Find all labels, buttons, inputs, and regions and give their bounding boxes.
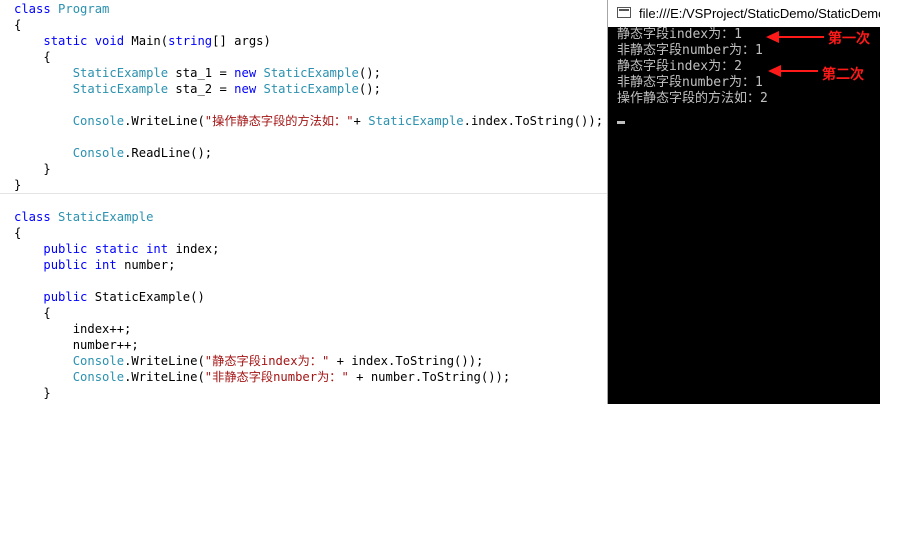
code-line: index++;: [14, 321, 132, 337]
code-token: + index.ToString());: [329, 354, 484, 368]
code-line: static void Main(string[] args): [14, 33, 271, 49]
code-token: + number.ToString());: [348, 370, 511, 384]
console-line: 操作静态字段的方法如：2: [617, 91, 768, 106]
code-token: }: [14, 386, 51, 400]
code-token: new: [234, 82, 264, 96]
code-token: static void: [43, 34, 132, 48]
code-line: {: [14, 225, 21, 241]
code-line: {: [14, 305, 51, 321]
editor-separator: [0, 193, 607, 209]
code-token: Console: [72, 354, 125, 368]
code-token: StaticExample: [72, 66, 169, 80]
console-line: 非静态字段number为：1: [617, 75, 763, 90]
code-token: StaticExample: [72, 82, 169, 96]
code-token: ();: [358, 66, 381, 80]
code-token: .WriteLine(: [124, 370, 205, 384]
code-line: public static int index;: [14, 241, 219, 257]
code-line: class StaticExample: [14, 209, 153, 225]
code-token: index;: [175, 242, 220, 256]
code-token: Console: [72, 370, 125, 384]
code-token: number++;: [14, 338, 139, 352]
code-line: class Program: [14, 1, 109, 17]
code-token: class: [14, 2, 59, 16]
code-token: Console: [72, 146, 125, 160]
code-token: sta_2 =: [168, 82, 235, 96]
console-title: file:///E:/VSProject/StaticDemo/StaticDe…: [639, 6, 880, 21]
code-line: Console.ReadLine();: [14, 145, 212, 161]
code-line: number++;: [14, 337, 139, 353]
code-token: .WriteLine(: [124, 114, 205, 128]
code-line: public StaticExample(): [14, 289, 205, 305]
code-token: Console: [72, 114, 125, 128]
code-line: }: [14, 161, 51, 177]
code-line: Console.WriteLine("非静态字段number为：" + numb…: [14, 369, 511, 385]
code-editor-static-example[interactable]: class StaticExample{ public static int i…: [0, 208, 607, 408]
code-line: {: [14, 17, 21, 33]
code-editor-program[interactable]: class Program{ static void Main(string[]…: [0, 0, 607, 193]
code-line: Console.WriteLine("操作静态字段的方法如："+ StaticE…: [14, 113, 603, 129]
code-token: {: [14, 306, 51, 320]
code-token: Main(: [131, 34, 169, 48]
code-token: {: [14, 226, 22, 240]
code-token: {: [14, 50, 51, 64]
code-token: public: [43, 290, 95, 304]
console-title-bar[interactable]: file:///E:/VSProject/StaticDemo/StaticDe…: [607, 0, 880, 27]
console-window[interactable]: file:///E:/VSProject/StaticDemo/StaticDe…: [607, 0, 880, 404]
code-line: }: [14, 385, 51, 401]
code-line: StaticExample sta_1 = new StaticExample(…: [14, 65, 381, 81]
code-token: new: [234, 66, 264, 80]
code-token: {: [14, 18, 22, 32]
code-token: StaticExample: [58, 210, 154, 224]
console-cursor: [617, 121, 625, 124]
annotation-second: 第二次: [822, 67, 864, 83]
code-token: StaticExample(): [94, 290, 205, 304]
console-line: 非静态字段number为：1: [617, 43, 763, 58]
code-token: public static int: [43, 242, 176, 256]
code-token: number;: [124, 258, 176, 272]
code-token: "操作静态字段的方法如：": [204, 114, 354, 128]
code-token: Program: [58, 2, 110, 16]
console-line: 静态字段index为：1: [617, 27, 742, 42]
code-token: StaticExample: [263, 66, 359, 80]
code-token: [] args): [212, 34, 271, 48]
annotation-arrow-second-icon: [768, 65, 818, 77]
code-token: "非静态字段number为：": [204, 370, 349, 384]
code-token: public int: [43, 258, 125, 272]
code-token: "静态字段index为：": [204, 354, 330, 368]
code-token: class: [14, 210, 59, 224]
code-line: public int number;: [14, 257, 175, 273]
code-line: }: [14, 177, 21, 193]
code-line: {: [14, 49, 51, 65]
code-token: sta_1 =: [168, 66, 235, 80]
code-line: StaticExample sta_2 = new StaticExample(…: [14, 81, 381, 97]
code-token: }: [14, 162, 51, 176]
code-token: .WriteLine(: [124, 354, 205, 368]
code-token: +: [353, 114, 369, 128]
annotation-first: 第一次: [828, 31, 870, 47]
code-token: }: [14, 178, 22, 192]
code-token: .ReadLine();: [124, 146, 213, 160]
annotation-arrow-first-icon: [766, 31, 824, 43]
code-token: index++;: [14, 322, 132, 336]
console-app-icon: [617, 7, 631, 18]
code-token: string: [168, 34, 213, 48]
code-token: ();: [358, 82, 381, 96]
code-token: .index.ToString());: [463, 114, 604, 128]
code-line: Console.WriteLine("静态字段index为：" + index.…: [14, 353, 484, 369]
console-line: 静态字段index为：2: [617, 59, 742, 74]
code-token: StaticExample: [368, 114, 464, 128]
code-token: StaticExample: [263, 82, 359, 96]
